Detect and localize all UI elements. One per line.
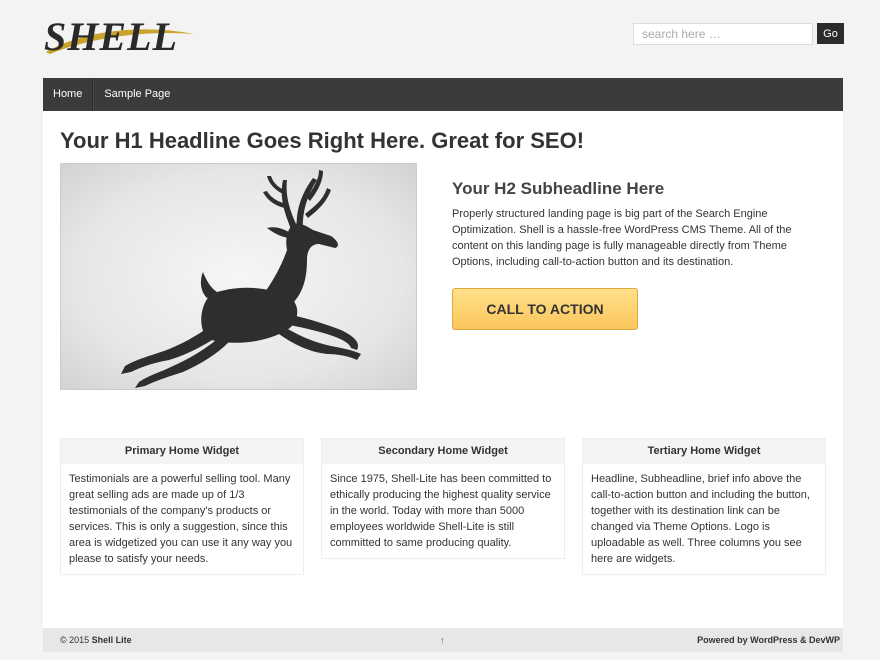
search-form: Go (633, 23, 844, 45)
deer-silhouette-icon (121, 170, 361, 388)
widget-secondary: Secondary Home Widget Since 1975, Shell-… (321, 438, 565, 559)
widget-title: Tertiary Home Widget (583, 439, 825, 464)
site-footer: © 2015 Shell Lite ↑ Powered by WordPress… (43, 628, 843, 652)
search-button[interactable]: Go (817, 23, 844, 44)
site-header: SHELL Go (0, 0, 880, 78)
main-nav: Home Sample Page (43, 78, 843, 111)
widget-tertiary: Tertiary Home Widget Headline, Subheadli… (582, 438, 826, 575)
nav-item-home[interactable]: Home (43, 78, 94, 111)
logo-text: SHELL (44, 14, 178, 59)
hero-image (60, 163, 417, 390)
widget-body: Headline, Subheadline, brief info above … (591, 473, 810, 565)
page-subheadline: Your H2 Subheadline Here (452, 179, 665, 198)
widget-title: Primary Home Widget (61, 439, 303, 464)
back-to-top-link[interactable]: ↑ (440, 628, 445, 652)
call-to-action-button[interactable]: CALL TO ACTION (452, 288, 638, 330)
widget-primary: Primary Home Widget Testimonials are a p… (60, 438, 304, 575)
search-input[interactable] (633, 23, 813, 45)
copyright: © 2015 Shell Lite (60, 628, 132, 652)
footer-site-name[interactable]: Shell Lite (92, 635, 132, 645)
site-logo[interactable]: SHELL (44, 12, 208, 60)
powered-by-link[interactable]: Powered by WordPress & DevWP (697, 628, 840, 652)
widget-body: Testimonials are a powerful selling tool… (69, 473, 293, 565)
main-content: Your H1 Headline Goes Right Here. Great … (43, 111, 843, 628)
widget-title: Secondary Home Widget (322, 439, 564, 464)
nav-item-sample-page[interactable]: Sample Page (93, 78, 180, 111)
widget-body: Since 1975, Shell-Lite has been committe… (330, 473, 552, 549)
copyright-prefix: © 2015 (60, 635, 92, 645)
page-headline: Your H1 Headline Goes Right Here. Great … (60, 128, 585, 153)
intro-text: Properly structured landing page is big … (452, 208, 792, 268)
